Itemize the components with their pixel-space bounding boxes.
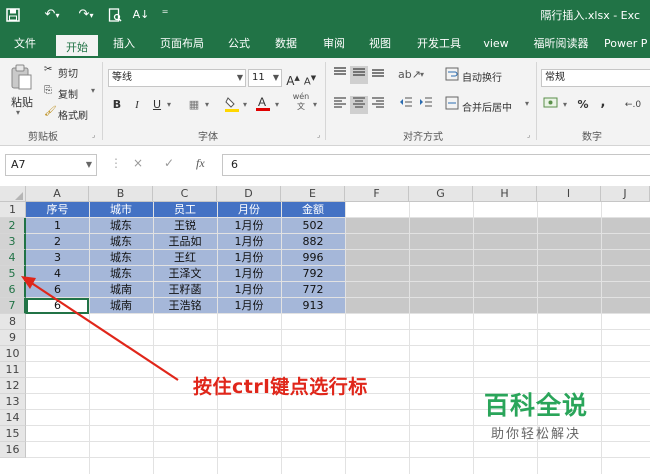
annotation-arrow — [21, 276, 179, 381]
